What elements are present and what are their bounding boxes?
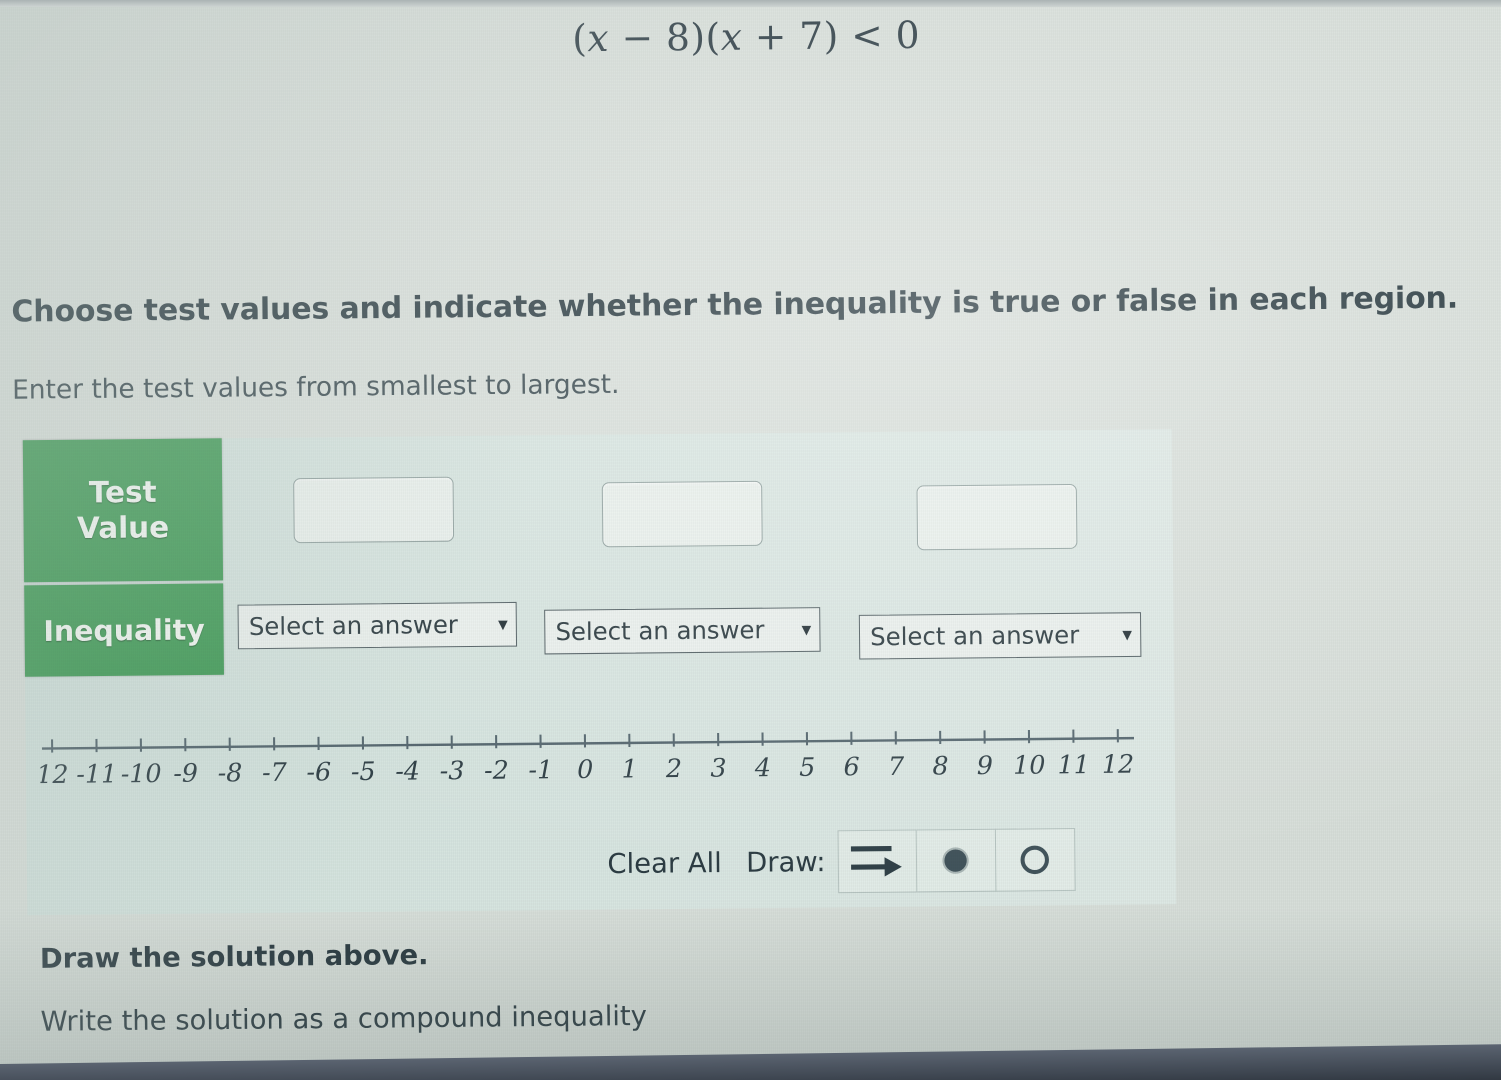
header-inequality-label: Inequality xyxy=(43,612,205,648)
header-test-value: Test Value xyxy=(22,438,224,583)
number-line-tick-label: 0 xyxy=(577,754,593,784)
number-line-tick-label: -10 xyxy=(121,758,162,788)
inequality-select-3[interactable]: Select an answer ▾ xyxy=(858,612,1142,660)
equation-tail: + 7) < 0 xyxy=(742,13,921,59)
number-line-tick-label: 7 xyxy=(888,751,905,781)
instruction-primary: Choose test values and indicate whether … xyxy=(11,280,1459,329)
number-line-tick-label: 9 xyxy=(977,750,993,780)
screen-top-edge xyxy=(0,0,1501,7)
ray-arrow-icon xyxy=(850,846,902,877)
number-line-canvas[interactable]: 12 -11 -10 -9 -8 -7 -6 -5 -4 -3 -2 -1 0 1 2 3 4 5 6 7 8 9 10 11… xyxy=(40,712,1135,824)
number-line-tick-label: 6 xyxy=(843,751,859,781)
inequality-equation: (x − 8)(x + 7) < 0 xyxy=(0,8,1501,66)
number-line-tick-label: 12 xyxy=(1102,749,1135,779)
photographed-screen: (x − 8)(x + 7) < 0 Choose test values an… xyxy=(0,0,1501,1080)
number-line-tick-label: -8 xyxy=(217,757,242,787)
inequality-select-3-value: Select an answer xyxy=(870,620,1080,652)
number-line-tick-label: 1 xyxy=(621,753,637,783)
inequality-select-2[interactable]: Select an answer ▾ xyxy=(544,607,821,655)
open-dot-icon xyxy=(1020,845,1050,875)
number-line-tick-label: 2 xyxy=(665,753,682,783)
number-line-tick-label: 10 xyxy=(1013,749,1046,779)
closed-point-tool-button[interactable] xyxy=(916,828,997,893)
equation-variable-2: x xyxy=(720,15,743,59)
equation-variable-1: x xyxy=(587,16,610,61)
chevron-down-icon: ▾ xyxy=(801,617,812,641)
number-line-tick-label: 5 xyxy=(799,752,815,782)
number-line-tick-label: 3 xyxy=(710,753,726,783)
chevron-down-icon: ▾ xyxy=(1122,622,1133,646)
chevron-down-icon: ▾ xyxy=(497,612,508,636)
number-line-tick-label: -6 xyxy=(306,756,331,786)
ray-tool-button[interactable] xyxy=(837,829,918,894)
header-test-value-line2: Value xyxy=(76,509,170,546)
number-line-tick-label: -1 xyxy=(528,754,553,784)
number-line-tick-label: 8 xyxy=(932,750,948,780)
number-line-tick-label: 12 xyxy=(40,759,69,789)
test-value-input-2[interactable] xyxy=(601,480,763,548)
write-solution-instruction: Write the solution as a compound inequal… xyxy=(40,1000,648,1038)
number-line-tick-label: 11 xyxy=(1057,749,1090,779)
inequality-select-2-value: Select an answer xyxy=(555,615,765,647)
page-content: (x − 8)(x + 7) < 0 Choose test values an… xyxy=(0,0,1501,1080)
inequality-select-1-value: Select an answer xyxy=(248,610,459,642)
number-line-tick-label: -7 xyxy=(262,757,288,787)
draw-toolbar: Clear All Draw: xyxy=(595,828,1076,896)
inequality-select-1[interactable]: Select an answer ▾ xyxy=(237,601,518,650)
draw-label: Draw: xyxy=(746,846,826,879)
header-inequality: Inequality xyxy=(24,583,224,677)
header-test-value-line1: Test xyxy=(88,474,157,510)
test-value-input-1[interactable] xyxy=(293,476,455,544)
equation-left-paren: ( xyxy=(572,16,588,61)
clear-all-button[interactable]: Clear All xyxy=(595,831,734,895)
number-line-tick-label: -5 xyxy=(351,756,376,786)
number-line-tick-label: -4 xyxy=(395,755,420,785)
instruction-secondary: Enter the test values from smallest to l… xyxy=(12,369,620,406)
open-point-tool-button[interactable] xyxy=(995,828,1076,892)
number-line-tick-label: -11 xyxy=(76,758,117,788)
number-line[interactable]: 12 -11 -10 -9 -8 -7 -6 -5 -4 -3 -2 -1 0 1 2 3 4 5 6 7 8 9 10 11… xyxy=(40,712,1135,824)
number-line-tick-label: -2 xyxy=(484,755,509,785)
equation-middle: − 8)( xyxy=(608,15,721,61)
draw-solution-instruction: Draw the solution above. xyxy=(39,939,429,975)
test-value-input-3[interactable] xyxy=(916,483,1078,551)
number-line-tick-label: -3 xyxy=(440,755,465,785)
number-line-tick-label: 4 xyxy=(754,752,771,782)
number-line-tick-label: -9 xyxy=(173,758,198,788)
filled-dot-icon xyxy=(944,849,968,872)
